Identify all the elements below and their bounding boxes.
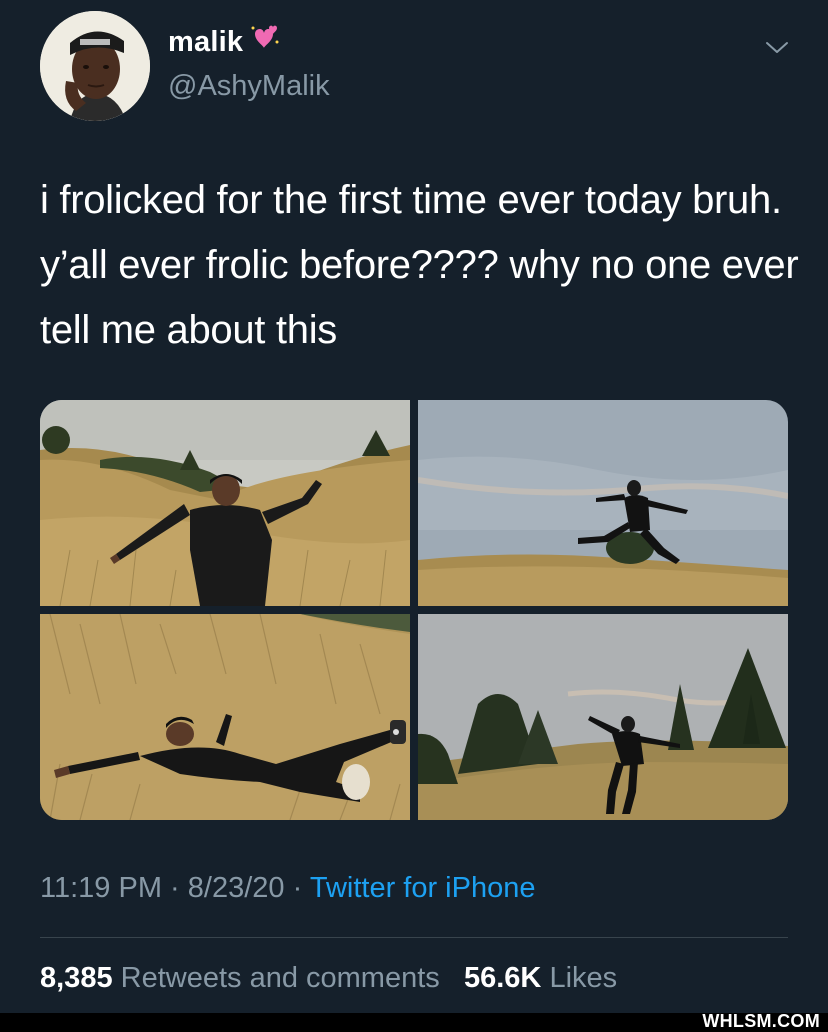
photo-man-lying-in-grass: [40, 614, 410, 820]
avatar[interactable]: [40, 11, 150, 121]
retweets-label: Retweets and comments: [120, 962, 440, 994]
tweet-meta: 11:19 PM · 8/23/20 · Twitter for iPhone: [40, 872, 535, 905]
photo-4[interactable]: [418, 614, 788, 820]
retweets-stat[interactable]: 8,385 Retweets and comments: [40, 962, 448, 994]
photo-man-in-grass-arms-out: [40, 400, 410, 606]
retweets-count: 8,385: [40, 962, 113, 994]
tweet-stats: 8,385 Retweets and comments 56.6K Likes: [40, 962, 617, 995]
author-handle[interactable]: @AshyMalik: [168, 70, 330, 103]
photo-2[interactable]: [418, 400, 788, 606]
photo-1[interactable]: [40, 400, 410, 606]
tweet-text: i frolicked for the first time ever toda…: [40, 178, 799, 352]
tweet-source-link[interactable]: Twitter for iPhone: [310, 872, 536, 904]
likes-label: Likes: [549, 962, 618, 994]
meta-separator: ·: [170, 872, 180, 904]
likes-stat[interactable]: 56.6K Likes: [464, 962, 617, 994]
tweet-card: malik @AshyMalik i frolicked for the fir…: [0, 0, 828, 1032]
author-display-name[interactable]: malik: [168, 26, 243, 59]
sparkling-heart-icon: [247, 22, 281, 57]
avatar-image: [40, 11, 150, 121]
author-name-row[interactable]: malik: [168, 25, 281, 59]
meta-separator: ·: [292, 872, 303, 904]
photo-man-running-near-trees: [418, 614, 788, 820]
tweet-date[interactable]: 8/23/20: [188, 872, 285, 904]
photo-3[interactable]: [40, 614, 410, 820]
divider: [40, 937, 788, 938]
photo-man-leaping-on-hill: [418, 400, 788, 606]
media-grid: [40, 400, 788, 820]
watermark: WHLSM.COM: [702, 1011, 820, 1031]
likes-count: 56.6K: [463, 962, 542, 994]
chevron-down-icon[interactable]: [762, 32, 792, 62]
tweet-time[interactable]: 11:19 PM: [40, 872, 162, 904]
